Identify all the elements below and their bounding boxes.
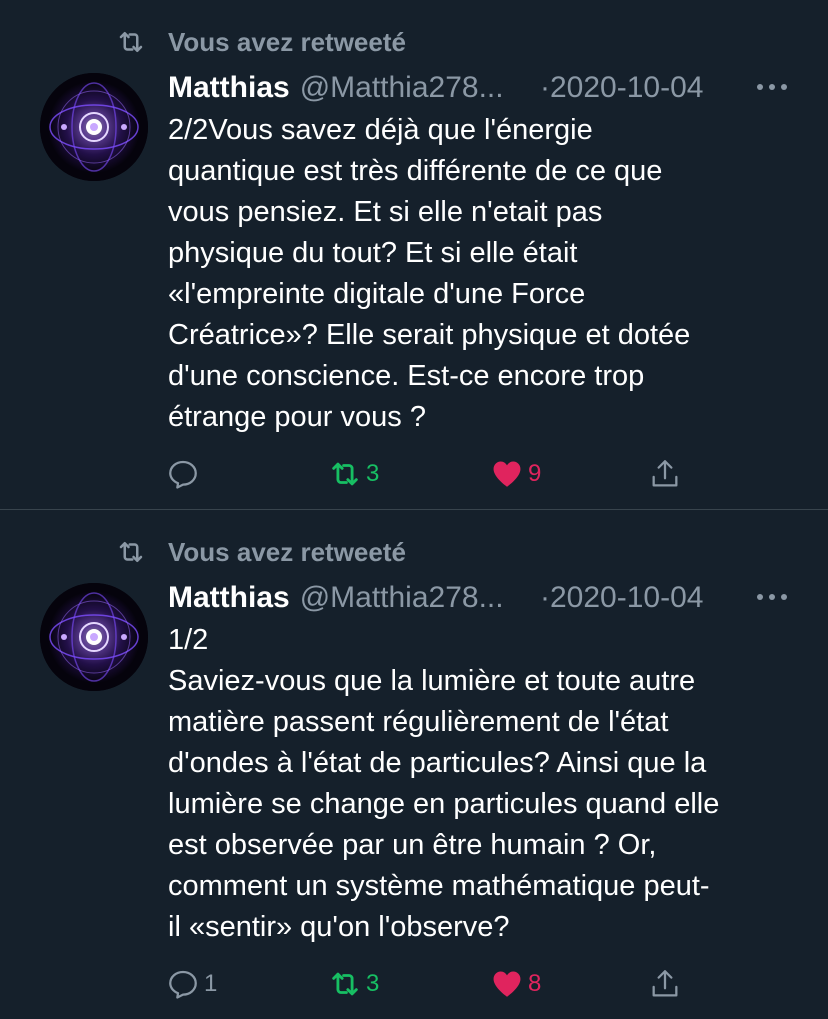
like-button[interactable]: 9 — [490, 452, 541, 496]
reply-button[interactable] — [166, 452, 204, 496]
tweet-date[interactable]: ·2020-10-04 — [540, 581, 703, 615]
tweet-header: Matthias @Matthia278... ·2020-10-04 — [168, 66, 788, 110]
share-button[interactable] — [648, 962, 682, 1006]
retweet-button[interactable]: 3 — [328, 452, 379, 496]
like-count: 8 — [528, 970, 542, 997]
more-icon[interactable] — [752, 72, 792, 102]
retweet-count: 3 — [366, 970, 380, 997]
reply-icon — [166, 457, 200, 491]
tweet-actions: 1 3 8 — [0, 962, 828, 1006]
like-button[interactable]: 8 — [490, 962, 541, 1006]
tweet-text: 2/2Vous savez déjà que l'énergie quantiq… — [168, 114, 691, 433]
retweet-context-label: Vous avez retweeté — [168, 536, 406, 567]
reply-button[interactable]: 1 — [166, 962, 217, 1006]
tweet-actions: 3 9 — [0, 452, 828, 496]
avatar[interactable] — [40, 583, 148, 691]
reply-count: 1 — [204, 970, 218, 997]
retweet-count: 3 — [366, 460, 380, 487]
tweet-header: Matthias @Matthia278... ·2020-10-04 — [168, 576, 788, 620]
avatar-image — [40, 73, 148, 181]
retweet-icon — [328, 967, 362, 1001]
like-icon — [490, 457, 524, 491]
tweet[interactable]: Vous avez retweeté Matthias @Matthia278.… — [0, 510, 828, 1019]
author-name[interactable]: Matthias — [168, 71, 290, 105]
share-icon — [648, 457, 682, 491]
reply-icon — [166, 967, 200, 1001]
retweet-icon — [328, 457, 362, 491]
retweet-context: Vous avez retweeté — [112, 534, 406, 570]
author-handle[interactable]: @Matthia278... — [300, 71, 504, 105]
avatar[interactable] — [40, 73, 148, 181]
avatar-image — [40, 583, 148, 691]
tweet-date[interactable]: ·2020-10-04 — [540, 71, 703, 105]
more-icon[interactable] — [752, 582, 792, 612]
like-icon — [490, 967, 524, 1001]
retweet-context: Vous avez retweeté — [112, 24, 406, 60]
retweet-button[interactable]: 3 — [328, 962, 379, 1006]
retweet-icon — [112, 537, 150, 567]
author-name[interactable]: Matthias — [168, 581, 290, 615]
share-button[interactable] — [648, 452, 682, 496]
share-icon — [648, 967, 682, 1001]
author-handle[interactable]: @Matthia278... — [300, 581, 504, 615]
retweet-icon — [112, 27, 150, 57]
retweet-context-label: Vous avez retweeté — [168, 26, 406, 57]
tweet[interactable]: Vous avez retweeté Matthias @Matthia278.… — [0, 0, 828, 509]
tweet-text: 1/2 Saviez-vous que la lumière et toute … — [168, 624, 720, 943]
like-count: 9 — [528, 460, 542, 487]
